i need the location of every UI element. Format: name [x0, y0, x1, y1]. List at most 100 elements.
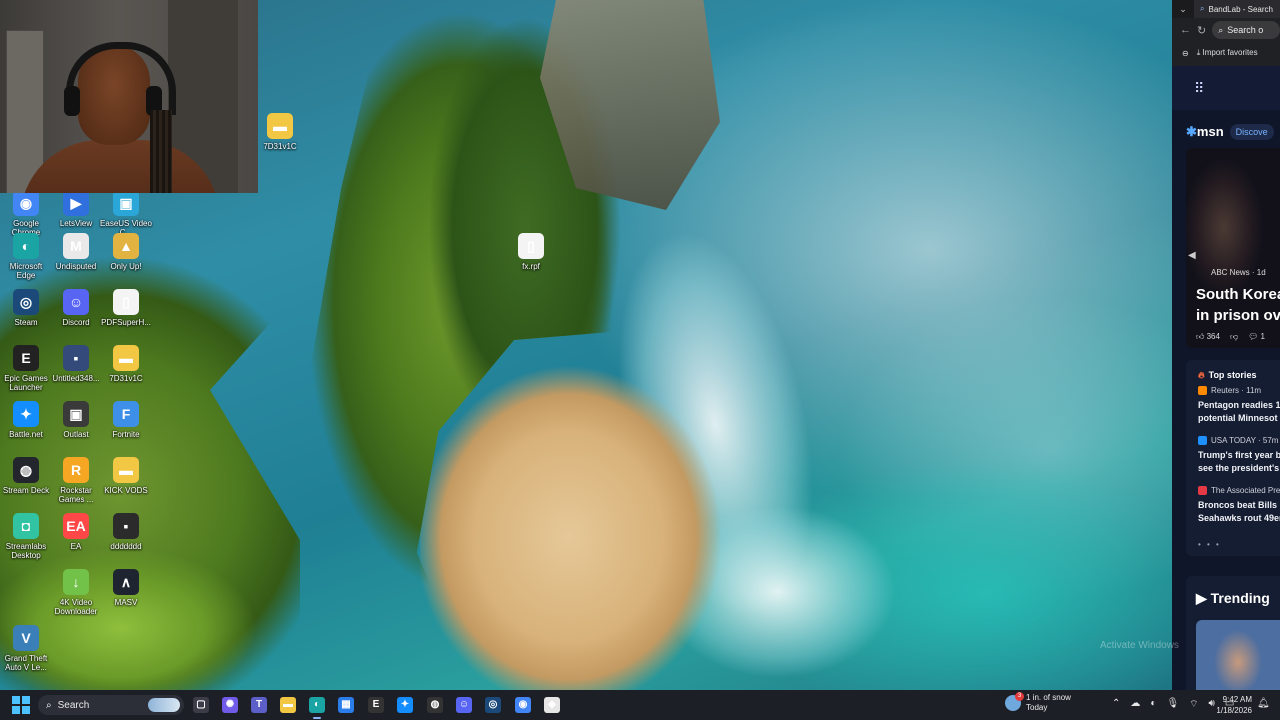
back-icon[interactable]: ← [1180, 24, 1191, 36]
desktop-icon[interactable]: ▯ fx.rpf [505, 233, 557, 271]
taskbar-discord-icon[interactable]: ☺ [456, 697, 472, 713]
browser-tab-bar: ⌄ ⌕ BandLab - Search [1172, 0, 1280, 18]
desktop-icon[interactable]: ◎ Steam [0, 289, 52, 327]
desktop-icon[interactable]: ▬ KICK VODS [100, 457, 152, 495]
sandy-beach [420, 350, 750, 690]
taskbar-battlenet-icon[interactable]: ✦ [397, 697, 413, 713]
story-title-line: potential Minnesot [1198, 413, 1278, 423]
desktop-icon[interactable]: ▬ 7D31v1C [100, 345, 152, 383]
edge-tray-icon[interactable]: ◐ [1150, 698, 1156, 711]
desktop-icon[interactable]: E Epic Games Launcher [0, 345, 52, 392]
import-icon: ⤓ [1196, 48, 1201, 57]
desktop-icon[interactable]: V Grand Theft Auto V Le... [0, 625, 52, 672]
desktop-icon-label: PDFSuperH... [101, 318, 151, 327]
story-source: The Associated Pre [1211, 486, 1280, 495]
import-favorites-link[interactable]: ⤓ Import favorites [1197, 48, 1258, 58]
desktop-icon[interactable]: ◉Google Chrome [0, 190, 52, 237]
msn-nav: ✱msn Discove [1186, 124, 1274, 140]
app-icon: V [13, 625, 39, 651]
story-title-line: see the president's [1198, 463, 1280, 473]
taskbar-steam-icon[interactable]: ◎ [485, 697, 501, 713]
app-icon: EA [63, 513, 89, 539]
taskbar-app-icon[interactable]: ◈ [544, 697, 560, 713]
desktop-icon[interactable]: ▬ 7D31v1C [254, 113, 306, 151]
weather-text: 1 in. of snow [1026, 693, 1071, 702]
wifi-icon[interactable]: ⌔ [1189, 698, 1198, 711]
desktop-icon[interactable]: ∧ MASV [100, 569, 152, 607]
app-icon: F [113, 401, 139, 427]
trending-title: ▶︎ Trending [1196, 590, 1270, 606]
story-title-line: Trump's first year b [1198, 450, 1280, 460]
weather-widget[interactable]: 3 1 in. of snow Today [1005, 692, 1071, 713]
desktop-icon[interactable]: F Fortnite [100, 401, 152, 439]
desktop-icon[interactable]: ✦ Battle.net [0, 401, 52, 439]
taskbar-edge-icon[interactable]: ◐ [309, 697, 325, 719]
desktop-icon[interactable]: ◐ Microsoft Edge [0, 233, 52, 280]
like-button[interactable]: 👍︎ 364 [1196, 332, 1220, 342]
taskbar-store-icon[interactable]: ▦ [338, 697, 354, 713]
dislike-icon[interactable]: 👎︎ [1230, 332, 1238, 342]
more-stories-dots[interactable]: • • • [1198, 540, 1221, 549]
app-icon: ▬ [113, 457, 139, 483]
desktop-icon[interactable]: EA EA [50, 513, 102, 551]
msn-page: ⠿ ✱msn Discove ABC News · 1d South Korea… [1172, 66, 1280, 690]
desktop-icon[interactable]: ◍ Stream Deck [0, 457, 52, 495]
apps-grid-icon[interactable]: ⠿ [1194, 80, 1210, 96]
discover-tab[interactable]: Discove [1229, 124, 1274, 140]
desktop-icon[interactable]: ↓ 4K Video Downloader [50, 569, 102, 616]
chevron-up-icon[interactable]: ⌃ [1112, 698, 1120, 711]
taskbar-obs-icon[interactable]: ◍ [427, 697, 443, 713]
desktop-icon-label: Undisputed [55, 262, 97, 271]
desktop-icon-label: Microsoft Edge [9, 262, 43, 280]
desktop-icon-label: 7D31v1C [109, 374, 143, 383]
taskbar-task-view-icon[interactable]: ▢ [193, 697, 209, 713]
story-item[interactable]: Reuters · 11m Pentagon readies 1, potentia… [1198, 386, 1280, 425]
app-icon: ◍ [13, 457, 39, 483]
microphone-icon[interactable]: 🎙︎ [1166, 698, 1179, 711]
desktop-icon[interactable]: ▶ LetsView [50, 190, 102, 228]
windows-start-icon[interactable] [12, 696, 30, 714]
desktop-icon[interactable]: ▲ Only Up! [100, 233, 152, 271]
taskbar-chrome-icon[interactable]: ◉ [515, 697, 531, 713]
carousel-prev-icon[interactable]: ◀ [1188, 246, 1200, 266]
desktop-icon[interactable]: ▪ Untitled348... [50, 345, 102, 383]
desktop-icon-label: 7D31v1C [263, 142, 297, 151]
onedrive-icon[interactable]: ☁ [1130, 698, 1140, 711]
clock[interactable]: 9:42 AM 1/18/2026 [1212, 694, 1252, 716]
taskbar-copilot-icon[interactable]: ✺ [222, 697, 238, 713]
desktop-icon[interactable]: ▪ ddddddd [100, 513, 152, 551]
taskbar-file-explorer-icon[interactable]: ▬ [280, 697, 296, 713]
browser-tab[interactable]: ⌕ BandLab - Search [1194, 0, 1280, 18]
publisher-icon [1198, 486, 1207, 495]
notification-bell-icon[interactable]: 🔔︎ [1257, 698, 1270, 709]
story-item[interactable]: The Associated Pre Broncos beat Bills in S… [1198, 486, 1280, 525]
desktop-icon-label: Epic Games Launcher [4, 374, 48, 392]
comments-button[interactable]: 💬︎ 1 [1248, 332, 1265, 342]
desktop-icon[interactable]: ▣EaseUS Video C... [100, 190, 152, 237]
taskbar-epic-icon[interactable]: E [368, 697, 384, 713]
desktop-icon[interactable]: ☺ Discord [50, 289, 102, 327]
msn-logo[interactable]: ✱msn [1186, 124, 1224, 140]
tab-list-chevron-icon[interactable]: ⌄ [1172, 4, 1194, 15]
desktop-icon[interactable]: ◘ Streamlabs Desktop [0, 513, 52, 560]
desktop-icon[interactable]: ▣ Outlast [50, 401, 102, 439]
story-title-line: Pentagon readies 1, [1198, 400, 1280, 410]
desktop-icon[interactable]: ▯ PDFSuperH... [100, 289, 152, 327]
refresh-icon[interactable]: ↻ [1197, 24, 1206, 37]
browser-toolbar: ← ↻ ⌕ Search o [1172, 18, 1280, 42]
desktop-icon-label: ddddddd [110, 542, 142, 551]
desktop-icon-label: fx.rpf [522, 262, 540, 271]
desktop-icon[interactable]: M Undisputed [50, 233, 102, 271]
story-title-line: Seahawks rout 49er [1198, 513, 1280, 523]
desktop-icon-label: Only Up! [110, 262, 142, 271]
address-bar[interactable]: ⌕ Search o [1212, 21, 1280, 39]
desktop-icon[interactable]: R Rockstar Games ... [50, 457, 102, 504]
story-item[interactable]: USA TODAY · 57m Trump's first year b see t… [1198, 436, 1280, 475]
hero-news-card[interactable]: ABC News · 1d South Korea in prison ov 👍… [1186, 148, 1280, 348]
taskbar-teams-icon[interactable]: T [251, 697, 267, 713]
headphone-cup-left [64, 86, 80, 116]
taskbar-search[interactable]: ⌕ Search [38, 695, 184, 715]
desktop-icon-label: Rockstar Games ... [58, 486, 94, 504]
tab-actions-icon[interactable]: ⊖ [1182, 49, 1189, 58]
trending-thumbnail[interactable] [1196, 620, 1280, 690]
